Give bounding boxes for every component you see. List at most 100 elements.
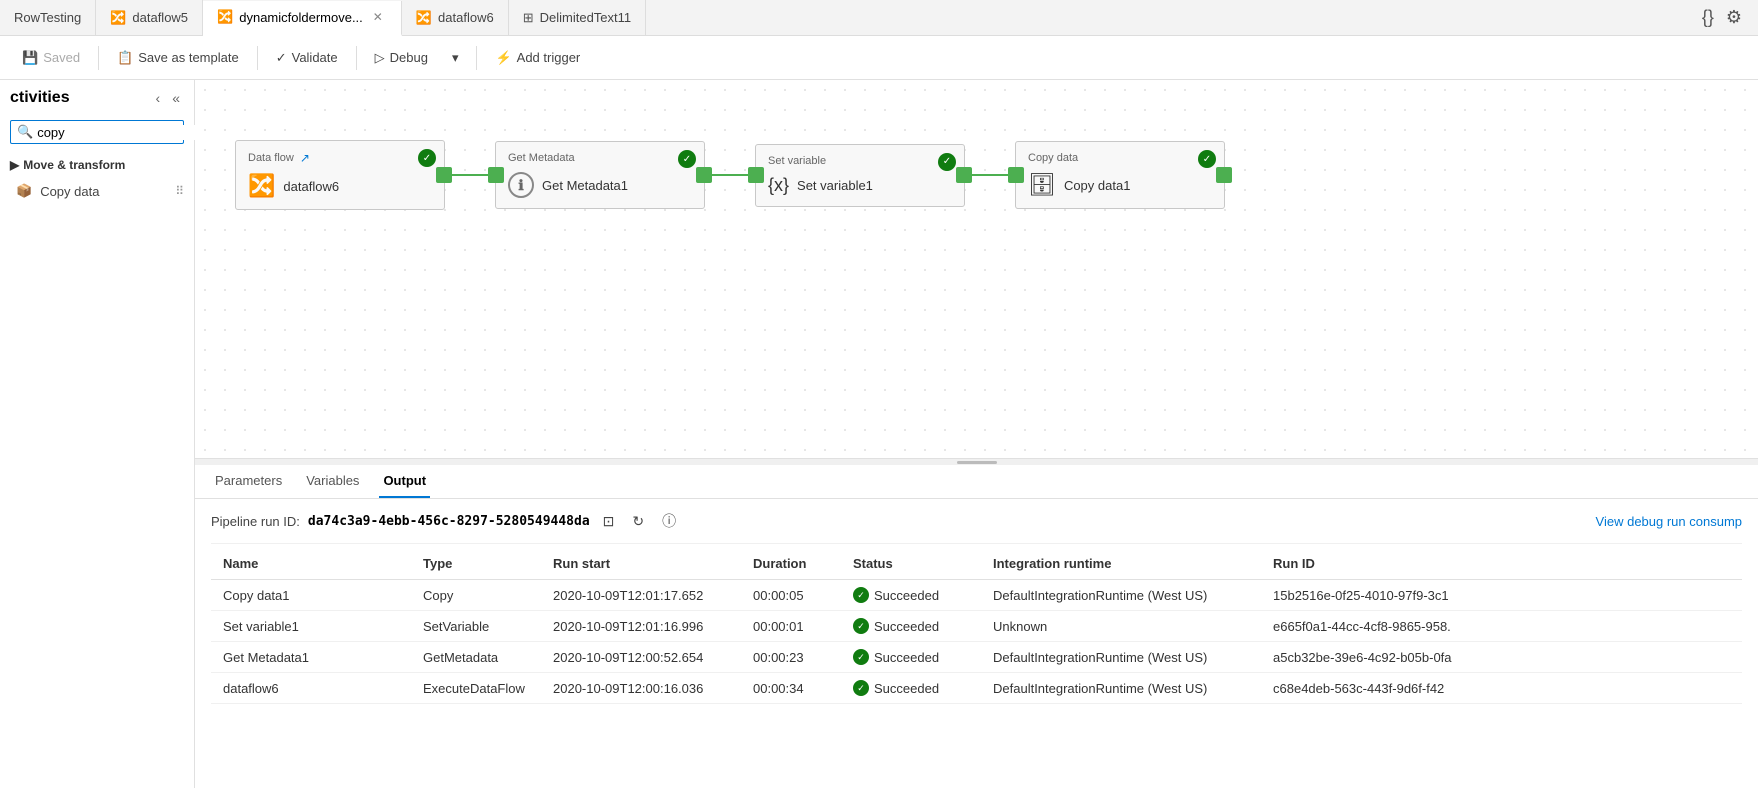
tab-parameters[interactable]: Parameters <box>211 465 286 498</box>
pipeline-run-id-value: da74c3a9-4ebb-456c-8297-5280549448da <box>308 514 590 529</box>
col-header-status: Status <box>841 548 981 580</box>
save-template-icon: 📋 <box>117 50 133 66</box>
dynamicfoldermove-label: dynamicfoldermove... <box>239 10 363 25</box>
cell-ir-3: DefaultIntegrationRuntime (West US) <box>981 673 1261 704</box>
dataflow6-node-body: 🔀 dataflow6 <box>248 173 432 199</box>
copy-data1-node[interactable]: Copy data 🗄 Copy data1 ✓ <box>1015 141 1225 209</box>
status-text-3: Succeeded <box>874 681 939 696</box>
cell-runstart-0: 2020-10-09T12:01:17.652 <box>541 580 741 611</box>
dataflow6-node[interactable]: Data flow ↗ 🔀 dataflow6 ✓ <box>235 140 445 210</box>
dataflow6-tab-icon: 🔀 <box>416 10 432 26</box>
cell-name-3: dataflow6 <box>211 673 411 704</box>
dynamicfoldermove-icon: 🔀 <box>217 9 233 25</box>
col-header-ir: Integration runtime <box>981 548 1261 580</box>
cell-ir-1: Unknown <box>981 611 1261 642</box>
pipeline-canvas[interactable]: Data flow ↗ 🔀 dataflow6 ✓ <box>195 80 1758 458</box>
debug-icon: ▷ <box>375 50 385 66</box>
nodes-container: Data flow ↗ 🔀 dataflow6 ✓ <box>235 140 1225 210</box>
cell-runid-2: a5cb32be-39e6-4c92-b05b-0fa <box>1261 642 1742 673</box>
dataflow5-icon: 🔀 <box>110 10 126 26</box>
get-metadata1-label: Get Metadata1 <box>542 178 628 193</box>
canvas-area: Data flow ↗ 🔀 dataflow6 ✓ <box>195 80 1758 788</box>
pipeline-info: Pipeline run ID: da74c3a9-4ebb-456c-8297… <box>211 499 1742 544</box>
cell-status-2: ✓ Succeeded <box>841 642 981 673</box>
set-variable1-label: Set variable1 <box>797 178 873 193</box>
cell-status-3: ✓ Succeeded <box>841 673 981 704</box>
tab-dataflow5[interactable]: 🔀 dataflow5 <box>96 0 203 35</box>
toolbar-divider-4 <box>476 46 477 70</box>
cell-runstart-1: 2020-10-09T12:01:16.996 <box>541 611 741 642</box>
dataflow6-node-label: dataflow6 <box>283 179 339 194</box>
delimitedtext11-icon: ⊞ <box>523 10 534 26</box>
copy-data-icon: 📦 <box>16 183 32 199</box>
cell-status-0: ✓ Succeeded <box>841 580 981 611</box>
copy-data-type-label: Copy data <box>1028 152 1078 164</box>
cell-duration-3: 00:00:34 <box>741 673 841 704</box>
cell-runid-1: e665f0a1-44cc-4cf8-9865-958. <box>1261 611 1742 642</box>
rowtesting-label: RowTesting <box>14 10 81 25</box>
search-input[interactable] <box>37 125 213 140</box>
trigger-icon: ⚡ <box>495 50 511 66</box>
set-variable1-node[interactable]: Set variable {x} Set variable1 ✓ <box>755 144 965 207</box>
sidebar-title: ctivities <box>10 89 70 107</box>
sidebar: ctivities ‹ « 🔍 ▶ Move & transform 📦 Cop… <box>0 80 195 788</box>
debug-dropdown-button[interactable]: ▾ <box>442 46 469 70</box>
set-variable1-body: {x} Set variable1 <box>768 175 952 196</box>
tab-rowtesting[interactable]: RowTesting <box>0 0 96 35</box>
cell-ir-0: DefaultIntegrationRuntime (West US) <box>981 580 1261 611</box>
dataflow6-tab-label: dataflow6 <box>438 10 494 25</box>
save-as-template-button[interactable]: 📋 Save as template <box>107 46 249 70</box>
refresh-button[interactable]: ↻ <box>627 511 649 532</box>
col-header-duration: Duration <box>741 548 841 580</box>
get-metadata1-node[interactable]: Get Metadata ℹ Get Metadata1 ✓ <box>495 141 705 209</box>
activity-copy-data[interactable]: 📦 Copy data ⠿ <box>0 178 194 204</box>
info-button[interactable]: ⓘ <box>657 509 681 533</box>
add-trigger-label: Add trigger <box>517 50 581 65</box>
status-icon-2: ✓ <box>853 649 869 665</box>
set-variable-type-label: Set variable <box>768 155 826 167</box>
tab-delimitedtext11[interactable]: ⊞ DelimitedText11 <box>509 0 646 35</box>
cell-runstart-3: 2020-10-09T12:00:16.036 <box>541 673 741 704</box>
col-header-name: Name <box>211 548 411 580</box>
bottom-panel: Parameters Variables Output Pipeline run… <box>195 458 1758 788</box>
open-icon[interactable]: ↗ <box>300 151 310 165</box>
get-metadata1-connector-left <box>488 167 504 183</box>
validate-button[interactable]: ✓ Validate <box>266 46 348 70</box>
close-dynamicfoldermove-button[interactable]: ✕ <box>369 8 387 26</box>
get-metadata1-body: ℹ Get Metadata1 <box>508 172 692 198</box>
table-row: Copy data1 Copy 2020-10-09T12:01:17.652 … <box>211 580 1742 611</box>
toolbar-divider-2 <box>257 46 258 70</box>
section-move-transform[interactable]: ▶ Move & transform <box>0 152 194 178</box>
tab-variables[interactable]: Variables <box>302 465 363 498</box>
sidebar-collapse-button[interactable]: ‹ <box>152 88 165 108</box>
debug-label: Debug <box>390 50 428 65</box>
settings-icon[interactable]: ⚙ <box>1726 7 1742 28</box>
variables-tab-label: Variables <box>306 473 359 488</box>
copy-data1-connector-right <box>1216 167 1232 183</box>
drag-handle-icon: ⠿ <box>175 184 184 198</box>
save-as-template-label: Save as template <box>138 50 238 65</box>
saved-label: Saved <box>43 50 80 65</box>
code-icon[interactable]: {} <box>1702 7 1714 28</box>
set-variable1-icon: {x} <box>768 175 789 196</box>
validate-icon: ✓ <box>276 50 287 66</box>
col-header-type: Type <box>411 548 541 580</box>
view-debug-link[interactable]: View debug run consump <box>1596 514 1742 529</box>
tab-dynamicfoldermove[interactable]: 🔀 dynamicfoldermove... ✕ <box>203 1 402 36</box>
copy-run-id-button[interactable]: ⊡ <box>598 511 620 532</box>
get-metadata1-connector-right <box>696 167 712 183</box>
debug-button[interactable]: ▷ Debug <box>365 46 438 70</box>
copy-data-label: Copy data <box>40 184 99 199</box>
table-row: Get Metadata1 GetMetadata 2020-10-09T12:… <box>211 642 1742 673</box>
table-header-row: Name Type Run start Duration Status Inte… <box>211 548 1742 580</box>
status-text-2: Succeeded <box>874 650 939 665</box>
table-row: Set variable1 SetVariable 2020-10-09T12:… <box>211 611 1742 642</box>
section-label: Move & transform <box>23 158 125 172</box>
cell-name-2: Get Metadata1 <box>211 642 411 673</box>
sidebar-minimize-button[interactable]: « <box>168 88 184 108</box>
chevron-down-icon: ▾ <box>452 50 459 66</box>
tab-dataflow6[interactable]: 🔀 dataflow6 <box>402 0 509 35</box>
tab-output[interactable]: Output <box>379 465 430 498</box>
add-trigger-button[interactable]: ⚡ Add trigger <box>485 46 590 70</box>
get-metadata-type-label: Get Metadata <box>508 152 575 164</box>
